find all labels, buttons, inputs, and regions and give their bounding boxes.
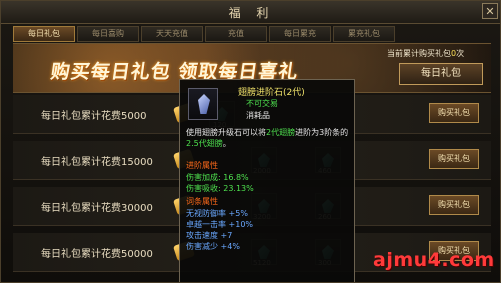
purchase-count-prefix: 当前累计购买礼包 bbox=[387, 49, 451, 58]
buy-gift-button[interactable]: 购买礼包 bbox=[429, 149, 479, 169]
tier-label: 每日礼包累计花费30000 bbox=[41, 203, 153, 214]
tab-daily-cumulative[interactable]: 每日累充 bbox=[269, 26, 331, 42]
tier-label: 每日礼包累计花费15000 bbox=[41, 157, 153, 168]
tab-recharge[interactable]: 充值 bbox=[205, 26, 267, 42]
entry-attribute: 无视防御率 +5% bbox=[186, 209, 248, 218]
tier-label: 每日礼包累计花费5000 bbox=[41, 111, 147, 122]
desc-highlight-1: 2代翅膀 bbox=[266, 128, 296, 137]
tab-bar: 每日礼包 每日喜购 天天充值 充值 每日累充 累充礼包 bbox=[13, 26, 395, 42]
purchase-count-suffix: 次 bbox=[456, 49, 465, 58]
entry-attribute: 伤害减少 +4% bbox=[186, 242, 240, 251]
tab-cumulative-gift[interactable]: 累充礼包 bbox=[333, 26, 395, 42]
buy-gift-button[interactable]: 购买礼包 bbox=[429, 103, 479, 123]
item-tooltip: 翅膀进阶石(2代) 不可交易 消耗品 使用翅膀升级石可以将2代翅膀进阶为3阶条的… bbox=[179, 79, 355, 282]
entry-attributes-heading: 词条属性 bbox=[186, 197, 218, 206]
site-watermark: ajmu4.com bbox=[373, 249, 495, 271]
tab-everyday-recharge[interactable]: 天天充值 bbox=[141, 26, 203, 42]
trade-status: 不可交易 bbox=[246, 99, 278, 108]
daily-gift-button[interactable]: 每日礼包 bbox=[399, 63, 483, 85]
entry-attribute: 攻击速度 +7 bbox=[186, 231, 233, 240]
item-kind: 消耗品 bbox=[246, 111, 270, 120]
tab-daily-purchase[interactable]: 每日喜购 bbox=[77, 26, 139, 42]
desc-end: 。 bbox=[222, 139, 231, 148]
buy-gift-button[interactable]: 购买礼包 bbox=[429, 195, 479, 215]
advance-attributes-heading: 进阶属性 bbox=[186, 161, 218, 170]
close-icon[interactable]: ✕ bbox=[482, 3, 498, 19]
purchase-count-text: 当前累计购买礼包0次 bbox=[387, 48, 464, 59]
desc-suffix: 阶条的 bbox=[324, 128, 349, 137]
welfare-window: 福 利 ✕ 每日礼包 每日喜购 天天充值 充值 每日累充 累充礼包 购买每日礼包… bbox=[0, 0, 501, 283]
wing-stone-icon bbox=[198, 94, 210, 114]
window-title: 福 利 bbox=[228, 6, 275, 20]
desc-mid: 进阶为 bbox=[295, 128, 320, 137]
item-icon-frame bbox=[188, 88, 218, 120]
tier-label: 每日礼包累计花费50000 bbox=[41, 249, 153, 260]
title-bar: 福 利 ✕ bbox=[1, 1, 500, 24]
entry-attribute: 卓越一击率 +10% bbox=[186, 220, 254, 229]
item-description: 使用翅膀升级石可以将2代翅膀进阶为3阶条的2.5代翅膀。 bbox=[186, 127, 350, 149]
desc-prefix: 使用翅膀升级石可以将 bbox=[186, 128, 266, 137]
desc-highlight-2: 2.5代翅膀 bbox=[186, 139, 223, 148]
advance-attribute: 伤害加成: 16.8% bbox=[186, 173, 249, 182]
advance-attribute: 伤害吸收: 23.13% bbox=[186, 184, 254, 193]
tab-daily-gift[interactable]: 每日礼包 bbox=[13, 26, 75, 42]
item-name: 翅膀进阶石(2代) bbox=[238, 88, 305, 98]
